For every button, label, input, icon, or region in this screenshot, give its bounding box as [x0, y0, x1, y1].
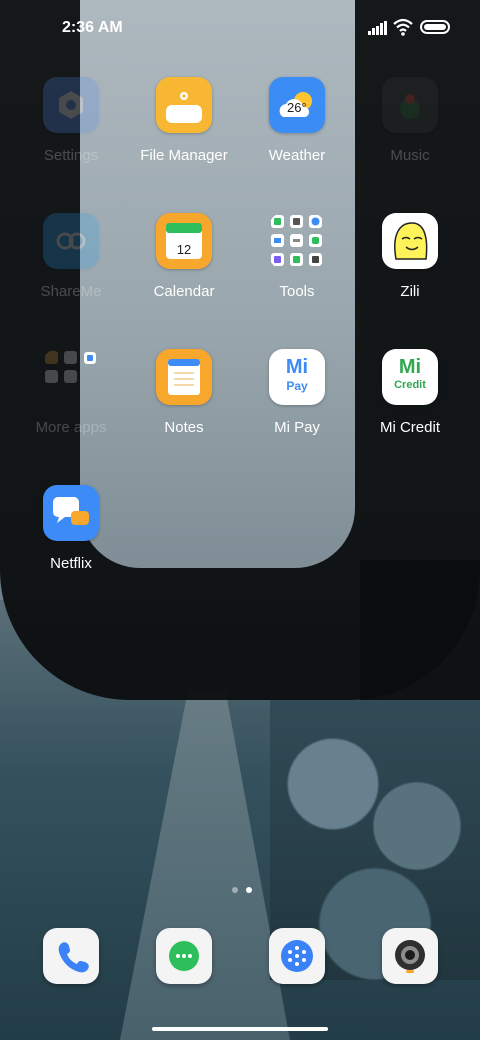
dark-overlay-right — [360, 560, 480, 700]
status-time: 2:36 AM — [62, 19, 123, 36]
app-label: Music — [390, 147, 430, 164]
calendar-date: 12 — [176, 242, 192, 257]
mi-pay-icon: Mi Pay — [269, 349, 325, 405]
messages-dock-icon[interactable] — [156, 928, 212, 984]
wifi-icon — [393, 18, 413, 36]
app-label: Zili — [400, 283, 420, 300]
mi-pay-sub: Pay — [286, 379, 308, 393]
app-label: Notes — [164, 419, 204, 436]
status-bar: 2:36 AM — [0, 0, 480, 56]
page-indicator — [228, 880, 256, 898]
chat-bubbles-icon — [43, 485, 99, 541]
weather-temperature: 26° — [287, 100, 307, 115]
app-shareme[interactable]: ShareMe — [11, 213, 131, 300]
calendar-icon: 12 — [156, 213, 212, 269]
folder-icon — [156, 77, 212, 133]
app-label: Tools — [279, 283, 315, 300]
notes-icon — [156, 349, 212, 405]
app-settings[interactable]: Settings — [11, 77, 131, 164]
browser-icon — [281, 940, 313, 972]
app-notes[interactable]: Notes — [124, 349, 244, 436]
app-label: Weather — [268, 147, 326, 164]
page-dot-active — [246, 887, 252, 893]
app-label: Netflix — [50, 555, 92, 572]
music-icon — [382, 77, 438, 133]
camera-icon — [395, 940, 425, 973]
mi-credit-sub: Credit — [394, 379, 426, 391]
message-icon — [169, 941, 199, 971]
tools-folder-icon — [269, 213, 325, 269]
phone-icon — [58, 942, 89, 973]
home-indicator[interactable] — [152, 1027, 328, 1031]
camera-dock-icon[interactable] — [382, 928, 438, 984]
mi-credit-mark: Mi — [398, 356, 422, 378]
app-label: More apps — [35, 419, 107, 436]
app-label: Settings — [43, 147, 99, 164]
app-netflix[interactable]: Netflix — [11, 485, 131, 572]
signal-icon — [368, 21, 387, 35]
app-label: Mi Pay — [274, 419, 320, 436]
app-zili[interactable]: Zili — [350, 213, 470, 300]
mi-pay-mark: Mi — [285, 356, 309, 378]
browser-dock-icon[interactable] — [269, 928, 325, 984]
more-apps-mini-icon — [84, 352, 96, 364]
phone-dock-icon[interactable] — [43, 928, 99, 984]
app-file-manager[interactable]: File Manager — [124, 77, 244, 164]
mi-credit-icon: Mi Credit — [382, 349, 438, 405]
app-label: Calendar — [153, 283, 215, 300]
weather-icon: 26° — [269, 77, 325, 133]
app-more-apps-folder[interactable]: More apps — [11, 349, 131, 436]
app-mi-pay[interactable]: Mi Pay Mi Pay — [237, 349, 357, 436]
page-dot — [232, 887, 238, 893]
shareme-icon — [43, 213, 99, 269]
app-weather[interactable]: 26° Weather — [237, 77, 357, 164]
app-tools-folder[interactable]: Tools — [237, 213, 357, 300]
zili-icon — [382, 213, 438, 269]
battery-icon — [420, 20, 450, 34]
app-calendar[interactable]: 12 Calendar — [124, 213, 244, 300]
app-music[interactable]: Music — [350, 77, 470, 164]
app-label: ShareMe — [40, 283, 102, 300]
settings-icon — [43, 77, 99, 133]
app-mi-credit[interactable]: Mi Credit Mi Credit — [350, 349, 470, 436]
app-label: File Manager — [140, 147, 228, 164]
app-label: Mi Credit — [379, 419, 440, 436]
